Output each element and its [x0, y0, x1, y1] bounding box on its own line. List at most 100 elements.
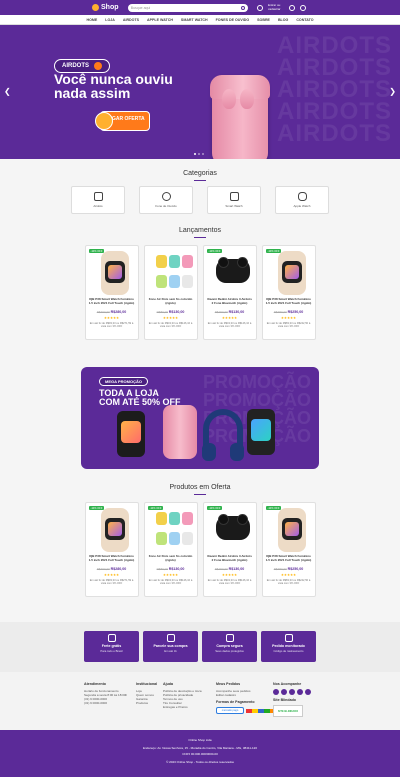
copyright: © 2023 Online Shop - Todos os direitos r… [166, 760, 234, 764]
product-name[interactable]: IQB P38 Smart Watch Feminino 1.5 inch 20… [266, 297, 312, 309]
category-airdots[interactable]: Airdots [71, 186, 125, 214]
current-price: R$250,00 [287, 310, 304, 314]
product-card[interactable]: -10% OFF IQB P38 Smart Watch Feminino 1.5… [84, 245, 139, 340]
smart-watch-image [100, 251, 129, 295]
nav-item-fones[interactable]: FONES DE OUVIDO [216, 18, 250, 22]
product-name[interactable]: IQB P38 Smart Watch Feminino 1.5 inch 20… [89, 554, 135, 566]
footer-col-title: Nos Acompanhe [273, 682, 302, 686]
hero-badge-icon [94, 62, 102, 70]
promo-airpods-pink-image [163, 405, 197, 459]
product-prices: R$300,00 R$280,00 [89, 567, 135, 571]
product-card[interactable]: -10% OFF Xiaomi Redmi Airdots 3 Airdots 2… [202, 502, 257, 597]
product-prices: R$300,00 R$280,00 [89, 310, 135, 314]
product-name[interactable]: IQB P38 Smart Watch Feminino 1.5 inch 20… [89, 297, 135, 309]
category-apple-watch[interactable]: Apple Watch [275, 186, 329, 214]
rating-stars: ★★★★★ [103, 573, 120, 577]
social-links [273, 689, 311, 695]
shield-icon [225, 634, 234, 642]
promo-watch-black-image [117, 411, 145, 457]
product-image[interactable] [148, 251, 194, 295]
old-price: R$380,00 [273, 310, 287, 314]
nav-item-sobre[interactable]: SOBRE [257, 18, 270, 22]
product-card[interactable]: -10% OFF IQB P38 Smart Watch Feminino 1.5… [261, 245, 316, 340]
nav-item-airdots[interactable]: AIRDOTS [123, 18, 139, 22]
product-card[interactable]: Fone Air Dots sem fio colorido (rígido) R… [143, 245, 198, 340]
cart-icon[interactable] [300, 4, 306, 11]
carousel-dot[interactable] [198, 153, 200, 155]
product-name[interactable]: IQB P38 Smart Watch Feminino 1.5 inch 20… [266, 554, 312, 566]
heart-icon[interactable] [289, 4, 295, 11]
nav-item-smart-watch[interactable]: SMART WATCH [181, 18, 208, 22]
product-prices: R$80,00 R$130,00 [148, 567, 194, 571]
smart-watch-image [277, 508, 306, 552]
redmi-airdots-image [215, 514, 250, 540]
current-price: R$130,00 [228, 567, 245, 571]
facebook-icon[interactable] [273, 689, 279, 695]
rating-stars: ★★★★★ [162, 573, 179, 577]
pinterest-icon[interactable] [297, 689, 303, 695]
nav-item-blog[interactable]: BLOG [278, 18, 288, 22]
footer-link[interactable]: Editar cadastro [216, 693, 276, 697]
hero-carousel-dots[interactable] [194, 153, 204, 155]
twitter-icon[interactable] [289, 689, 295, 695]
nav-item-contato[interactable]: CONTATO [296, 18, 313, 22]
search-input[interactable]: Busque aqui [127, 3, 248, 12]
product-image[interactable] [89, 508, 135, 552]
truck-icon [107, 634, 116, 642]
top-bar: Shop Busque aqui Entrar ou cadastrar [0, 0, 400, 15]
hero-banner[interactable]: AIRDOTS AIRDOTS AIRDOTS AIRDOTS AIRDOTS ❮ ❯ … [0, 25, 400, 159]
hero-prev-arrow-icon[interactable]: ❮ [4, 87, 11, 96]
footer-link[interactable]: Produtos [136, 701, 157, 705]
benefit-secure: Compra segura Seus dados protegidos [202, 631, 257, 662]
product-card[interactable]: -10% OFF Fone Air Dots sem fio colorido (… [143, 502, 198, 597]
account-link[interactable]: Entrar ou cadastrar [268, 3, 284, 11]
benefit-title: Compra segura [216, 644, 243, 648]
footer-col-social: Nos Acompanhe Site Blindado SITE BLINDAD… [273, 682, 311, 717]
site-blindado-seal: SITE BLINDADO [273, 705, 303, 717]
logo[interactable]: Shop [92, 4, 119, 11]
product-card[interactable]: -10% OFF IQB P38 Smart Watch Feminino 1.5… [261, 502, 316, 597]
product-image[interactable] [207, 251, 253, 295]
footer-link[interactable]: Entregas e Prazos [163, 705, 202, 709]
product-image[interactable] [89, 251, 135, 295]
carousel-dot[interactable] [194, 153, 196, 155]
logo-text: Shop [101, 4, 119, 11]
installments-text: Em até 3x de R$93,33 ou R$271,59 à vista… [89, 579, 134, 586]
product-name[interactable]: Xiaomi Redmi Airdots 3 Airdots 2 Fone Bl… [207, 297, 253, 309]
product-image[interactable] [148, 508, 194, 552]
product-name[interactable]: Fone Air Dots sem fio colorido (rígido) [148, 297, 194, 309]
current-price: R$130,00 [228, 310, 245, 314]
product-card[interactable]: -10% OFF IQB P38 Smart Watch Feminino 1.5… [84, 502, 139, 597]
product-image[interactable] [266, 508, 312, 552]
user-icon[interactable] [257, 4, 263, 11]
product-prices: R$380,00 R$250,00 [266, 567, 312, 571]
search-icon[interactable] [240, 5, 245, 10]
youtube-icon[interactable] [305, 689, 311, 695]
footer-col-title: Institucional [136, 682, 158, 686]
rating-stars: ★★★★★ [162, 316, 179, 320]
old-price: R$300,00 [96, 567, 110, 571]
category-label: Apple Watch [293, 204, 311, 208]
instagram-icon[interactable] [281, 689, 287, 695]
smart-watch-image [277, 251, 306, 295]
nav-item-loja[interactable]: LOJA [105, 18, 115, 22]
category-smart-watch[interactable]: Smart Watch [207, 186, 261, 214]
product-image[interactable] [207, 508, 253, 552]
package-icon [284, 634, 293, 642]
nav-item-home[interactable]: HOME [86, 18, 97, 22]
nav-item-apple-watch[interactable]: APPLE WATCH [147, 18, 173, 22]
carousel-dot[interactable] [202, 153, 204, 155]
launches-product-list: -10% OFF IQB P38 Smart Watch Feminino 1.5… [0, 245, 400, 340]
product-name[interactable]: Fone Air Dots sem fio colorido (rígido) [148, 554, 194, 566]
promo-banner[interactable]: PROMOÇÃOPROMOÇÃOPROMOÇÃOPROMOÇÃO MEGA PR… [81, 367, 319, 469]
footer-phone[interactable]: (31) 9 0000-0000 [84, 701, 127, 705]
earbuds-icon [93, 192, 103, 201]
product-card[interactable]: -10% OFF Xiaomi Redmi Airdots 3 Airdots 2… [202, 245, 257, 340]
hero-next-arrow-icon[interactable]: ❯ [389, 87, 396, 96]
category-headphones[interactable]: Fone de Ouvido [139, 186, 193, 214]
rating-stars: ★★★★★ [280, 316, 297, 320]
payment-title: Formas de Pagamento [216, 700, 255, 704]
footer-col-institucional: Institucional Loja Quem somos Garantia P… [136, 682, 157, 705]
product-image[interactable] [266, 251, 312, 295]
product-name[interactable]: Xiaomi Redmi Airdots 3 Airdots 2 Fone Bl… [207, 554, 253, 566]
